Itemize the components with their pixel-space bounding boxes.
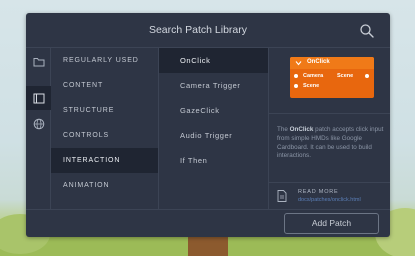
patch-node-title: OnClick xyxy=(307,59,330,65)
add-patch-button[interactable]: Add Patch xyxy=(284,213,379,234)
output-port-label: Scene xyxy=(337,73,354,79)
category-group-bar xyxy=(26,48,51,209)
document-icon xyxy=(277,190,287,202)
category-item-interaction[interactable]: INTERACTION xyxy=(51,148,158,173)
film-icon[interactable] xyxy=(26,86,51,110)
input-port-label: Scene xyxy=(303,83,320,89)
panel-header: Search Patch Library xyxy=(26,13,390,48)
patch-node-header: OnClick xyxy=(290,57,374,69)
category-item-regularly-used[interactable]: REGULARLY USED xyxy=(51,48,158,73)
patch-node-preview: OnClick Camera Scene Scene xyxy=(290,57,374,98)
patch-library-panel: Search Patch Library REGULARLY USED CONT… xyxy=(26,13,390,237)
patch-detail: OnClick Camera Scene Scene The OnClick p… xyxy=(269,48,390,209)
read-more-title: READ MORE xyxy=(298,189,339,195)
search-icon[interactable] xyxy=(359,23,375,39)
category-list: REGULARLY USED CONTENT STRUCTURE CONTROL… xyxy=(51,48,159,209)
patch-item-gazeclick[interactable]: GazeClick xyxy=(159,98,268,123)
category-item-structure[interactable]: STRUCTURE xyxy=(51,98,158,123)
input-port-label: Camera xyxy=(303,73,324,79)
description-prefix: The xyxy=(277,126,290,133)
description-patch-name: OnClick xyxy=(289,126,314,133)
patch-item-audio-trigger[interactable]: Audio Trigger xyxy=(159,123,268,148)
chevron-down-icon xyxy=(295,61,302,66)
patch-description: The OnClick patch accepts click input fr… xyxy=(277,126,385,161)
patch-item-camera-trigger[interactable]: Camera Trigger xyxy=(159,73,268,98)
read-more-link[interactable]: docs/patches/onclick.html xyxy=(298,197,361,203)
patch-preview: OnClick Camera Scene Scene xyxy=(269,48,390,114)
input-port xyxy=(294,84,298,88)
category-item-content[interactable]: CONTENT xyxy=(51,73,158,98)
panel-title: Search Patch Library xyxy=(148,24,248,36)
output-port xyxy=(365,74,369,78)
folder-icon[interactable] xyxy=(26,50,51,74)
patch-item-if-then[interactable]: If Then xyxy=(159,148,268,173)
patch-list: OnClick Camera Trigger GazeClick Audio T… xyxy=(159,48,269,209)
panel-footer: Add Patch xyxy=(26,209,390,237)
globe-icon[interactable] xyxy=(26,112,51,136)
read-more-section: READ MORE docs/patches/onclick.html xyxy=(269,182,390,209)
input-port xyxy=(294,74,298,78)
category-item-controls[interactable]: CONTROLS xyxy=(51,123,158,148)
patch-item-onclick[interactable]: OnClick xyxy=(159,48,268,73)
category-item-animation[interactable]: ANIMATION xyxy=(51,173,158,198)
